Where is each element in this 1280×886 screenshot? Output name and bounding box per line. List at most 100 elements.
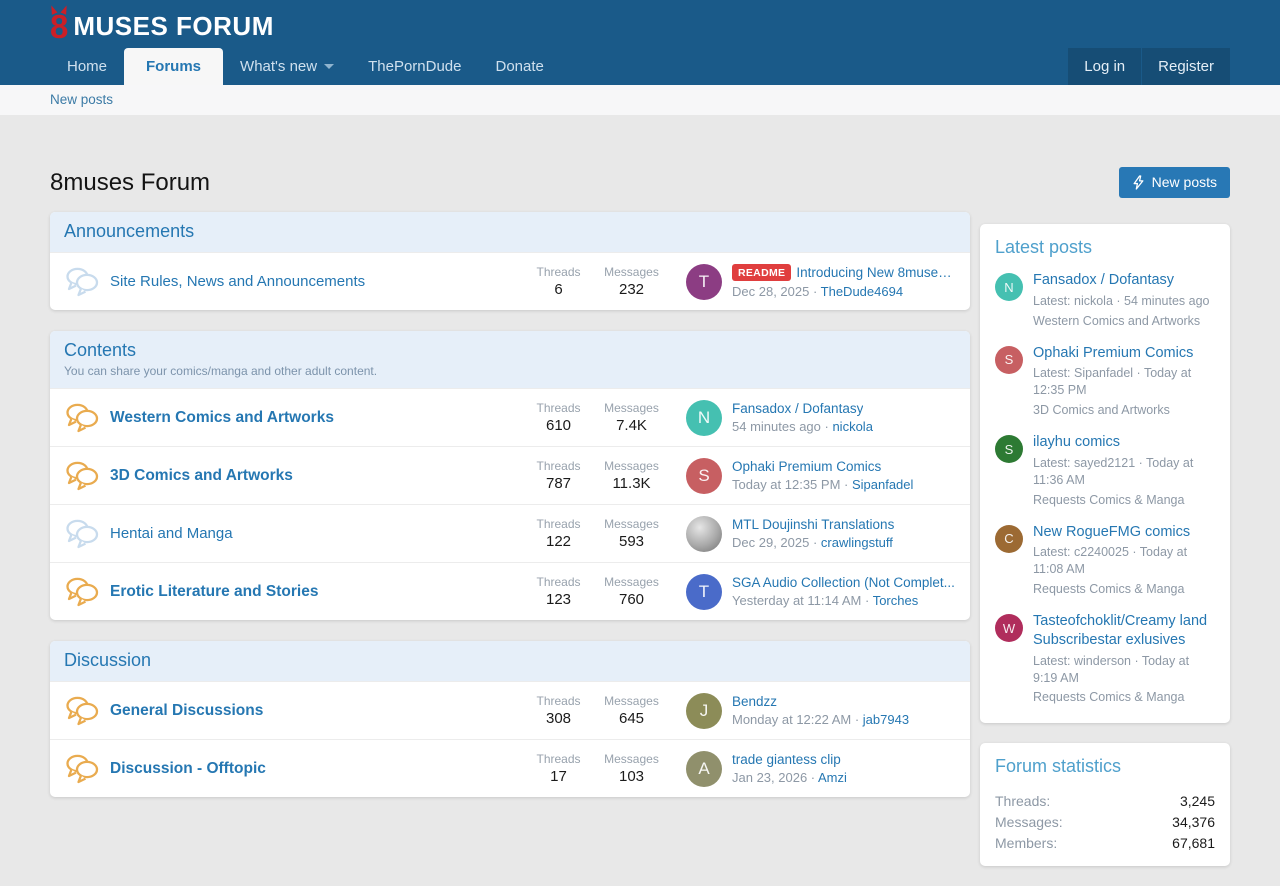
last-post-title[interactable]: Introducing New 8muses ... [796,265,956,280]
latest-post-body: New RogueFMG comics Latest: c2240025 · To… [1033,523,1215,598]
forum-link-general-discussions[interactable]: General Discussions [100,702,522,720]
messages-count: 760 [595,591,668,608]
latest-post-body: Tasteofchoklit/Creamy land Subscribestar… [1033,612,1215,706]
category-block-contents: Contents You can share your comics/manga … [50,331,970,620]
last-post-title[interactable]: Fansadox / Dofantasy [732,401,863,416]
avatar[interactable]: T [686,574,722,610]
last-post-title[interactable]: Ophaki Premium Comics [732,459,881,474]
last-post-user[interactable]: TheDude4694 [821,284,903,299]
category-title[interactable]: Announcements [64,221,956,242]
register-button[interactable]: Register [1142,48,1230,85]
nav-item-home[interactable]: Home [50,48,124,85]
statistics-label: Messages: [995,814,1063,830]
category-header: Contents You can share your comics/manga … [50,331,970,388]
last-post-meta: Jan 23, 2026 · Amzi [732,770,956,785]
latest-posts-heading: Latest posts [995,237,1215,258]
avatar[interactable]: J [686,693,722,729]
last-post-title[interactable]: trade giantess clip [732,752,841,767]
last-post-info: SGA Audio Collection (Not Complet...Yest… [732,575,956,608]
forum-statistics-heading: Forum statistics [995,756,1215,777]
threads-stat: Threads6 [522,265,595,298]
forum-stats: Threads787Messages11.3K [522,459,668,492]
latest-post-forum: Western Comics and Artworks [1033,313,1210,330]
messages-label: Messages [595,752,668,766]
category-description: You can share your comics/manga and othe… [64,364,956,378]
last-post-title[interactable]: SGA Audio Collection (Not Complet... [732,575,955,590]
forum-link-hentai-and-manga[interactable]: Hentai and Manga [100,525,522,542]
subnav-link-new-posts[interactable]: New posts [50,85,113,115]
avatar[interactable]: S [686,458,722,494]
latest-post-title[interactable]: Ophaki Premium Comics [1033,344,1215,363]
forum-stats: Threads123Messages760 [522,575,668,608]
last-post-info: Ophaki Premium ComicsToday at 12:35 PM ·… [732,459,956,492]
nav-item-donate[interactable]: Donate [479,48,561,85]
category-title[interactable]: Discussion [64,650,956,671]
forum-icon-wrap [64,460,100,491]
forum-row: Erotic Literature and StoriesThreads123M… [50,562,970,620]
last-post-user[interactable]: jab7943 [863,712,909,727]
latest-post-title[interactable]: New RogueFMG comics [1033,523,1215,542]
forum-link-western-comics-and-artworks[interactable]: Western Comics and Artworks [100,409,522,427]
latest-post-meta: Latest: c2240025 · Today at 11:08 AM [1033,544,1215,578]
site-logo[interactable]: 8 MUSES FORUM [50,0,274,48]
avatar[interactable]: S [995,435,1023,463]
avatar[interactable] [686,516,722,552]
last-post-user[interactable]: nickola [832,419,872,434]
threads-count: 610 [522,417,595,434]
last-post-user[interactable]: Torches [873,593,919,608]
messages-count: 103 [595,768,668,785]
latest-post-title[interactable]: Fansadox / Dofantasy [1033,271,1210,290]
last-post-user[interactable]: Amzi [818,770,847,785]
forum-stats: Threads610Messages7.4K [522,401,668,434]
last-post-title[interactable]: MTL Doujinshi Translations [732,517,894,532]
sub-nav: New posts [0,85,1280,115]
forum-row: Site Rules, News and AnnouncementsThread… [50,252,970,310]
forum-row: Western Comics and ArtworksThreads610Mes… [50,388,970,446]
latest-post-meta: Latest: nickola · 54 minutes ago [1033,293,1210,310]
last-post-line: Fansadox / Dofantasy [732,401,956,416]
forum-row: General DiscussionsThreads308Messages645… [50,681,970,739]
last-post-meta: Dec 29, 2025 · crawlingstuff [732,535,956,550]
forum-icon-wrap [64,402,100,433]
nav-item-forums[interactable]: Forums [124,48,223,85]
nav-item-theporndude[interactable]: ThePornDude [351,48,478,85]
nav-item-what-s-new[interactable]: What's new [223,48,351,85]
last-post-user[interactable]: crawlingstuff [821,535,893,550]
messages-stat: Messages645 [595,694,668,727]
avatar[interactable]: N [686,400,722,436]
threads-stat: Threads122 [522,517,595,550]
last-post-title[interactable]: Bendzz [732,694,777,709]
statistics-row: Messages:34,376 [995,811,1215,832]
forum-link-site-rules-news-and-announcements[interactable]: Site Rules, News and Announcements [100,273,522,290]
messages-count: 11.3K [595,475,668,492]
forum-row: Discussion - OfftopicThreads17Messages10… [50,739,970,797]
avatar[interactable]: C [995,525,1023,553]
forum-statistics-widget: Forum statistics Threads:3,245Messages:3… [980,743,1230,866]
latest-post-item: C New RogueFMG comics Latest: c2240025 · T… [995,523,1215,598]
category-title[interactable]: Contents [64,340,956,361]
logo-8-icon: 8 [50,10,68,43]
latest-post-item: SOphaki Premium ComicsLatest: Sipanfadel… [995,344,1215,419]
threads-label: Threads [522,401,595,415]
threads-count: 308 [522,710,595,727]
forum-category-list: Announcements Site Rules, News and Announ… [50,212,970,818]
latest-post-title[interactable]: ilayhu comics [1033,433,1215,452]
avatar[interactable]: S [995,346,1023,374]
forum-link-3d-comics-and-artworks[interactable]: 3D Comics and Artworks [100,467,522,485]
forum-icon-wrap [64,753,100,784]
avatar[interactable]: T [686,264,722,300]
avatar[interactable]: N [995,273,1023,301]
latest-post-forum: Requests Comics & Manga [1033,492,1215,509]
last-post-user[interactable]: Sipanfadel [852,477,913,492]
new-posts-button[interactable]: New posts [1119,167,1230,198]
logo-text: MUSES FORUM [73,13,274,39]
messages-count: 645 [595,710,668,727]
avatar[interactable]: W [995,614,1023,642]
latest-post-title[interactable]: Tasteofchoklit/Creamy land Subscribestar… [1033,612,1215,650]
log-in-button[interactable]: Log in [1068,48,1141,85]
avatar[interactable]: A [686,751,722,787]
forum-chat-icon [64,518,100,549]
forum-link-erotic-literature-and-stories[interactable]: Erotic Literature and Stories [100,583,522,601]
forum-link-discussion-offtopic[interactable]: Discussion - Offtopic [100,760,522,778]
forum-stats: Threads122Messages593 [522,517,668,550]
